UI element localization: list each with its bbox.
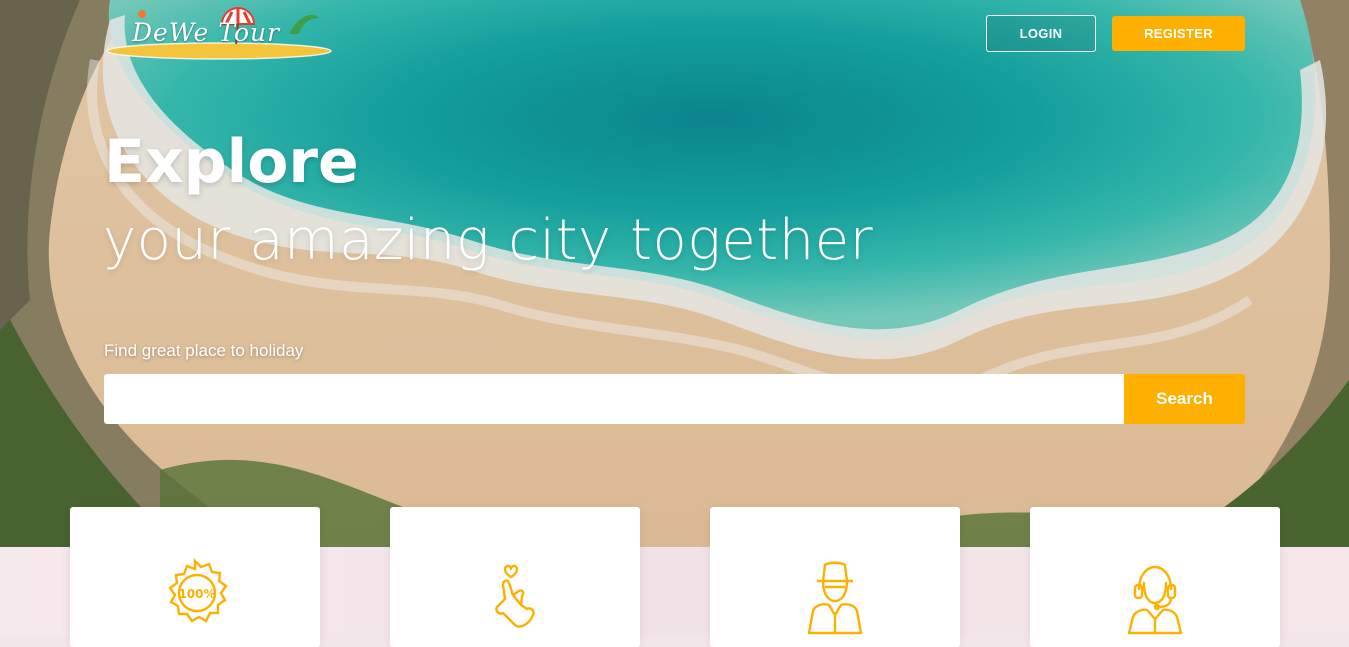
register-button[interactable]: REGISTER	[1112, 16, 1245, 51]
agent-hat-icon	[807, 561, 863, 635]
feature-card-love	[390, 507, 640, 647]
hero-title: Explore	[104, 127, 359, 197]
svg-text:100%: 100%	[178, 587, 215, 601]
search-label: Find great place to holiday	[104, 341, 304, 360]
heart-hand-icon	[495, 564, 535, 628]
logo[interactable]: DeWe Tour	[104, 4, 334, 64]
login-button[interactable]: LOGIN	[986, 15, 1096, 52]
search-button[interactable]: Search	[1124, 374, 1245, 424]
feature-card-support	[1030, 507, 1280, 647]
support-headset-icon	[1127, 565, 1183, 635]
feature-card-guarantee: 100%	[70, 507, 320, 647]
hero-subtitle: your amazing city together	[103, 208, 874, 273]
search-input[interactable]	[104, 374, 1124, 424]
guarantee-100-percent-icon: 100%	[168, 558, 228, 623]
hero-section: DeWe Tour LOGIN REGISTER Explore your am…	[0, 0, 1349, 547]
logo-text: DeWe Tour	[132, 18, 281, 47]
feature-card-agent	[710, 507, 960, 647]
